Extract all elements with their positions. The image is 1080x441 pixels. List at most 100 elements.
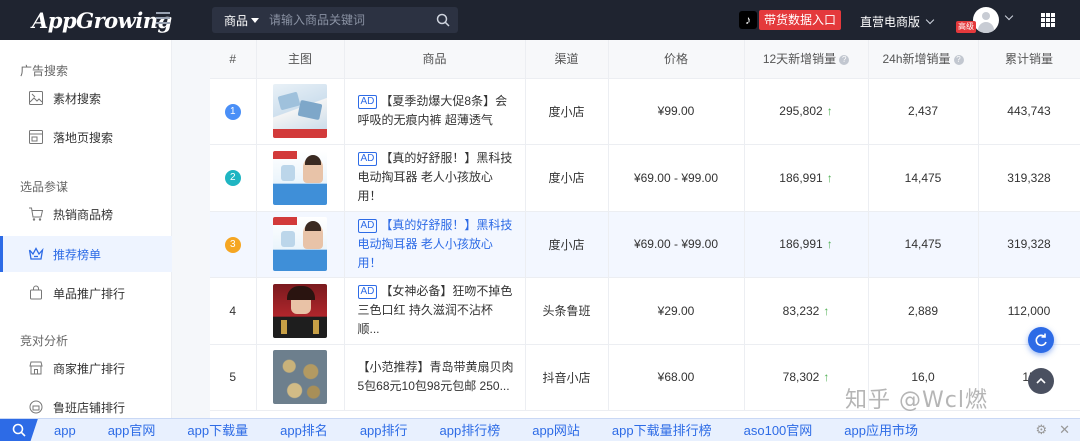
sidebar-item-label: 落地页搜索 [53,130,114,145]
sidebar-item-label: 热销商品榜 [53,207,114,222]
search-type-label: 商品 [224,13,249,28]
tiktok-icon[interactable]: ♪ [739,11,757,29]
keyword-link[interactable]: app网站 [516,419,596,441]
product-thumbnail[interactable] [273,150,327,205]
search-type-select[interactable]: 商品 [212,12,269,29]
back-to-top-button[interactable] [1028,368,1054,394]
apps-grid-icon[interactable] [1041,13,1055,27]
product-thumbnail[interactable] [273,84,327,139]
table-header-row: # 主图 商品 渠道 价格 12天新增销量? 24h新增销量? 累计销量 [210,40,1080,79]
keyword-link[interactable]: app官网 [92,419,172,441]
sidebar-item-merchant-rank[interactable]: 商家推广排行 [0,350,172,386]
settings-icon[interactable]: ⚙ [1035,422,1047,438]
table-row[interactable]: 2 AD 【真的好舒服！】黑科技电动掏耳器 老人小孩放心用！ 度小店 ¥69.00… [210,144,1080,212]
chevron-down-icon [925,15,935,25]
sidebar-item-label: 单品推广排行 [53,286,126,301]
sidebar-item-landing-page-search[interactable]: 落地页搜索 [0,119,172,155]
table-row[interactable]: 4 AD 【女神必备】狂吻不掉色三色口红 持久滋润不沾杯 顺... 头条鲁班 ¥2… [210,277,1080,345]
app-logo[interactable]: AppGrowing [0,0,175,40]
trend-up-icon: ↑ [826,237,833,252]
keyword-search-icon[interactable] [0,418,38,441]
sales-24h-cell: 14,475 [868,144,979,212]
table-row[interactable]: 1 AD 【夏季劲爆大促8条】会呼吸的无痕内裤 超薄透气 度小店 ¥99.00 2… [210,78,1080,145]
account-chevron-down-icon[interactable] [1004,11,1014,21]
price-cell: ¥68.00 [608,344,745,411]
ranking-table-container: # 主图 商品 渠道 价格 12天新增销量? 24h新增销量? 累计销量 1 A… [210,40,1080,418]
sidebar-item-recommend-list[interactable]: 推荐榜单 [0,236,172,272]
menu-collapse-icon[interactable] [156,12,170,26]
column-header-total-sales: 累计销量 [978,40,1080,79]
sales-24h-cell: 2,437 [868,78,979,145]
price-cell: ¥69.00 - ¥99.00 [608,144,745,212]
keyword-link[interactable]: app排行 [344,419,424,441]
vip-badge: 高级 [956,21,976,33]
edition-label: 直营电商版 [860,15,921,29]
table-row[interactable]: 3 AD 【真的好舒服！】黑科技电动掏耳器 老人小孩放心用！ 度小店 ¥69.00… [210,211,1080,278]
help-icon[interactable]: ? [953,55,964,66]
column-header-sales-24h[interactable]: 24h新增销量? [868,40,979,79]
keyword-link[interactable]: aso100官网 [728,419,829,441]
trend-up-icon: ↑ [823,370,830,385]
help-icon[interactable]: ? [839,55,850,66]
rank-badge: 1 [224,103,241,120]
caret-down-icon [251,17,260,23]
promo-entry-button[interactable]: 带货数据入口 [759,10,842,30]
keyword-link[interactable]: app下载量排行榜 [596,419,728,441]
sales-12d-value: 78,302 [782,370,820,385]
sidebar-item-material-search[interactable]: 素材搜索 [0,80,172,116]
product-thumbnail[interactable] [273,217,327,272]
sidebar-section-competitor: 竞对分析 [20,334,69,348]
column-header-channel: 渠道 [525,40,609,79]
column-header-product: 商品 [344,40,526,79]
trend-up-icon: ↑ [826,104,833,119]
channel-cell: 度小店 [525,211,609,278]
ad-tag: AD [357,285,378,300]
total-sales-cell: 319,328 [978,211,1080,278]
product-name: 【真的好舒服！】黑科技电动掏耳器 老人小孩放心用！ [357,217,513,270]
product-thumbnail[interactable] [273,350,327,405]
column-header-label: 12天新增销量 [762,52,837,67]
sidebar-item-single-promo-rank[interactable]: 单品推广排行 [0,275,172,311]
arrow-up-icon [1036,377,1046,384]
keyword-link[interactable]: app应用市场 [828,419,934,441]
rank-cell: 5 [210,344,257,411]
sidebar-section-product-advisor: 选品参谋 [20,180,69,194]
ad-tag: AD [357,152,378,167]
sidebar: 广告搜索 素材搜索 落地页搜索 选品参谋 热销商品榜 推荐榜单 单品推广排行 竞… [0,40,172,418]
product-name: 【真的好舒服！】黑科技电动掏耳器 老人小孩放心用！ [357,151,513,204]
search-input[interactable] [269,13,428,27]
total-sales-cell: 319,328 [978,144,1080,212]
keyword-link[interactable]: app [38,419,92,441]
sales-12d-value: 295,802 [779,104,823,119]
channel-cell: 度小店 [525,144,609,212]
avatar[interactable] [973,7,999,33]
sidebar-item-label: 素材搜索 [53,91,102,106]
rank-badge: 3 [224,236,241,253]
trend-up-icon: ↑ [823,303,830,318]
keyword-link[interactable]: app排行榜 [424,419,517,441]
ad-tag: AD [357,218,378,233]
column-header-image: 主图 [256,40,345,79]
channel-cell: 度小店 [525,78,609,145]
total-sales-cell: 443,743 [978,78,1080,145]
sidebar-item-hot-products[interactable]: 热销商品榜 [0,196,172,232]
shop-icon [29,400,43,414]
column-header-sales-12d[interactable]: 12天新增销量? [744,40,869,79]
sales-12d-value: 186,991 [779,237,823,252]
ranking-table: # 主图 商品 渠道 价格 12天新增销量? 24h新增销量? 累计销量 1 A… [210,40,1080,411]
edition-switch[interactable]: 直营电商版 [860,13,935,30]
refresh-button[interactable] [1028,327,1054,353]
bag-icon [30,285,42,300]
column-header-rank: # [210,40,257,79]
column-header-price: 价格 [608,40,745,79]
refresh-icon [1035,333,1047,347]
channel-cell: 抖音小店 [525,344,609,411]
close-icon[interactable]: ✕ [1059,422,1070,438]
keyword-link[interactable]: app下载量 [171,419,264,441]
product-thumbnail[interactable] [273,283,327,338]
sales-12d-value: 83,232 [782,303,820,318]
keyword-link[interactable]: app排名 [264,419,344,441]
ad-tag: AD [357,95,378,110]
product-name: 【女神必备】狂吻不掉色三色口红 持久滋润不沾杯 顺... [357,284,513,337]
search-icon[interactable] [428,7,458,33]
